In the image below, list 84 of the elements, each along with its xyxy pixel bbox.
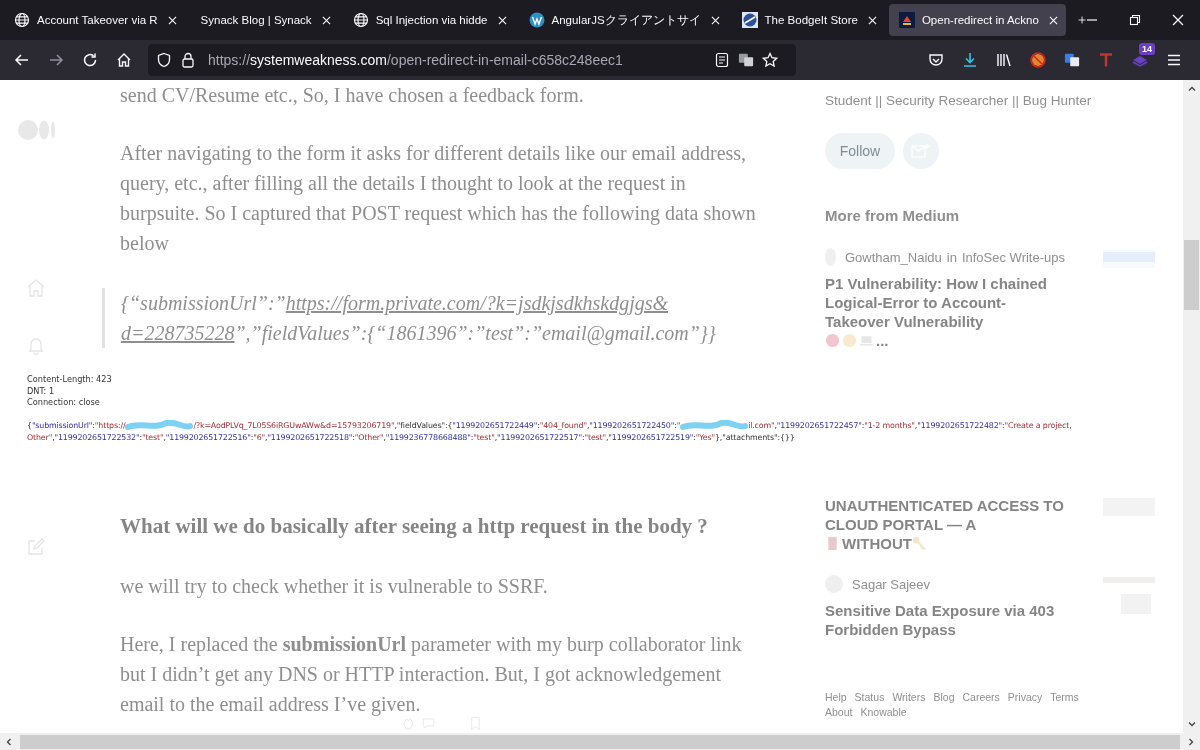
close-tab-icon[interactable] xyxy=(321,15,331,25)
footer-link[interactable]: Writers xyxy=(892,691,926,703)
globe-icon xyxy=(352,12,369,28)
close-tab-icon[interactable] xyxy=(497,15,507,25)
globe-icon xyxy=(14,12,30,28)
close-window-icon[interactable] xyxy=(1172,14,1184,26)
story-title[interactable]: ... xyxy=(876,332,889,349)
t-extension-icon[interactable] xyxy=(1098,52,1114,68)
shield-icon[interactable] xyxy=(156,52,172,68)
footer-link[interactable]: About xyxy=(825,706,853,718)
library-icon[interactable] xyxy=(996,52,1012,68)
request-header: DNT: 1 xyxy=(27,385,56,397)
story-title[interactable]: P1 Vulnerability: How I chained Logical-Error to Account-Takeover Vulnerability xyxy=(825,274,1065,331)
footer-link[interactable]: Status xyxy=(854,691,885,703)
emoji-icon xyxy=(825,333,840,348)
quote-link[interactable]: https://form.private.com/?k=jsdkjsdkhskdgjgs& xyxy=(285,292,669,314)
article-paragraph: After navigating to the form it asks for different details like our email address, query, etc., after filling all the details I thought to look at the request in burpsuite. So I captured that POST request which has the following data shown below xyxy=(120,141,757,256)
request-header: Content-Length: 423 xyxy=(27,374,113,386)
laptop-icon xyxy=(859,333,874,348)
vertical-scrollbar[interactable] xyxy=(1183,80,1200,733)
redaction-scribble xyxy=(125,419,194,432)
lock-icon[interactable] xyxy=(180,52,196,68)
story-title[interactable]: WITHOUT xyxy=(842,535,912,552)
author-name[interactable]: Sagar Sajeev xyxy=(852,576,931,592)
browser-tab[interactable]: Account Takeover via R xyxy=(4,4,185,36)
scroll-down-icon[interactable] xyxy=(1186,719,1197,729)
translate-icon[interactable] xyxy=(738,52,754,68)
download-icon[interactable] xyxy=(962,52,978,68)
browser-tab[interactable]: Open-redirect in Ackno xyxy=(888,4,1066,36)
address-bar[interactable]: https://systemweakness.com/open-redirect-in-email-c658c248eec1 xyxy=(148,44,796,76)
footer-link[interactable]: Privacy xyxy=(1007,691,1043,703)
door-icon xyxy=(825,536,840,551)
section-title: More from Medium xyxy=(825,207,961,224)
follow-button[interactable]: Follow xyxy=(825,133,895,169)
author-name[interactable]: Gowtham_Naidu xyxy=(844,249,942,265)
browser-tab[interactable]: Synack Blog | Synack xyxy=(188,4,339,36)
forward-icon[interactable] xyxy=(48,52,64,68)
story-title[interactable]: Sensitive Data Exposure via 403 Forbidden Bypass xyxy=(825,601,1065,639)
blocker-extension-icon[interactable] xyxy=(1030,52,1046,68)
bookmark-star-icon[interactable] xyxy=(762,52,778,68)
footer-link[interactable]: Careers xyxy=(962,691,1000,703)
scroll-left-icon[interactable] xyxy=(4,736,14,747)
restore-icon[interactable] xyxy=(1129,14,1141,26)
site-logo-icon xyxy=(898,12,915,28)
emoji-icon xyxy=(842,333,857,348)
footer-link[interactable]: Knowable xyxy=(860,706,907,718)
menu-icon[interactable] xyxy=(1166,52,1182,68)
browser-tab[interactable]: AngularJSクライアントサイ xyxy=(518,4,728,36)
quote-text: {“submissionUrl”:” xyxy=(121,292,286,314)
story-thumbnail[interactable] xyxy=(1103,250,1155,268)
key-icon xyxy=(912,536,927,551)
close-tab-icon[interactable] xyxy=(710,15,720,25)
scroll-up-icon[interactable] xyxy=(1186,84,1197,94)
article-heading: What will we do basically after seeing a http request in the body ? xyxy=(120,513,709,540)
browser-tab[interactable]: The BodgeIt Store xyxy=(731,4,885,36)
close-tab-icon[interactable] xyxy=(1048,15,1058,25)
redaction-scribble xyxy=(680,419,749,432)
quote-text: ”,”fieldValues”:{“1861396”:”test”:”email@gmail.com”}} xyxy=(234,322,716,344)
reader-view-icon[interactable] xyxy=(714,52,730,68)
request-header: Connection: close xyxy=(27,397,101,409)
footer-link[interactable]: Blog xyxy=(933,691,955,703)
quote-link[interactable]: d=228735228 xyxy=(121,322,235,344)
article-paragraph: send CV/Resume etc., So, I have chosen a feedback form. xyxy=(120,83,585,108)
author-bio: Student || Security Researcher || Bug Hunter xyxy=(825,93,1093,108)
close-tab-icon[interactable] xyxy=(867,15,877,25)
wordpress-icon xyxy=(528,12,545,28)
publication-name[interactable]: InfoSec Write-ups xyxy=(961,249,1065,265)
article-paragraph: Here, I replaced the submissionUrl parameter with my burp collaborator link but I didn’t get any DNS or HTTP interaction. But, I got acknowledgement email to the email address I’ve given. xyxy=(120,632,743,718)
store-logo-icon xyxy=(741,12,758,28)
close-tab-icon[interactable] xyxy=(167,15,177,25)
translate-extension-icon[interactable] xyxy=(1064,52,1080,68)
reload-icon[interactable] xyxy=(82,52,98,68)
scroll-right-icon[interactable] xyxy=(1186,736,1196,747)
footer-link[interactable]: Help xyxy=(825,691,847,703)
pocket-icon[interactable] xyxy=(928,52,944,68)
browser-tab[interactable]: Sql Injection via hidde xyxy=(342,4,515,36)
article-paragraph: we will try to check whether it is vulnerable to SSRF. xyxy=(120,574,549,600)
scrollbar-thumb[interactable] xyxy=(1184,240,1199,310)
back-icon[interactable] xyxy=(14,52,30,68)
story-title[interactable]: UNAUTHENTICATED ACCESS TO CLOUD PORTAL — A xyxy=(825,496,1065,534)
url-text: https://systemweakness.com/open-redirect-in-email-c658c248eec1 xyxy=(208,52,624,68)
notification-badge: 14 xyxy=(1139,43,1155,55)
footer-link[interactable]: Terms xyxy=(1050,691,1079,703)
in-text: in xyxy=(946,249,957,265)
